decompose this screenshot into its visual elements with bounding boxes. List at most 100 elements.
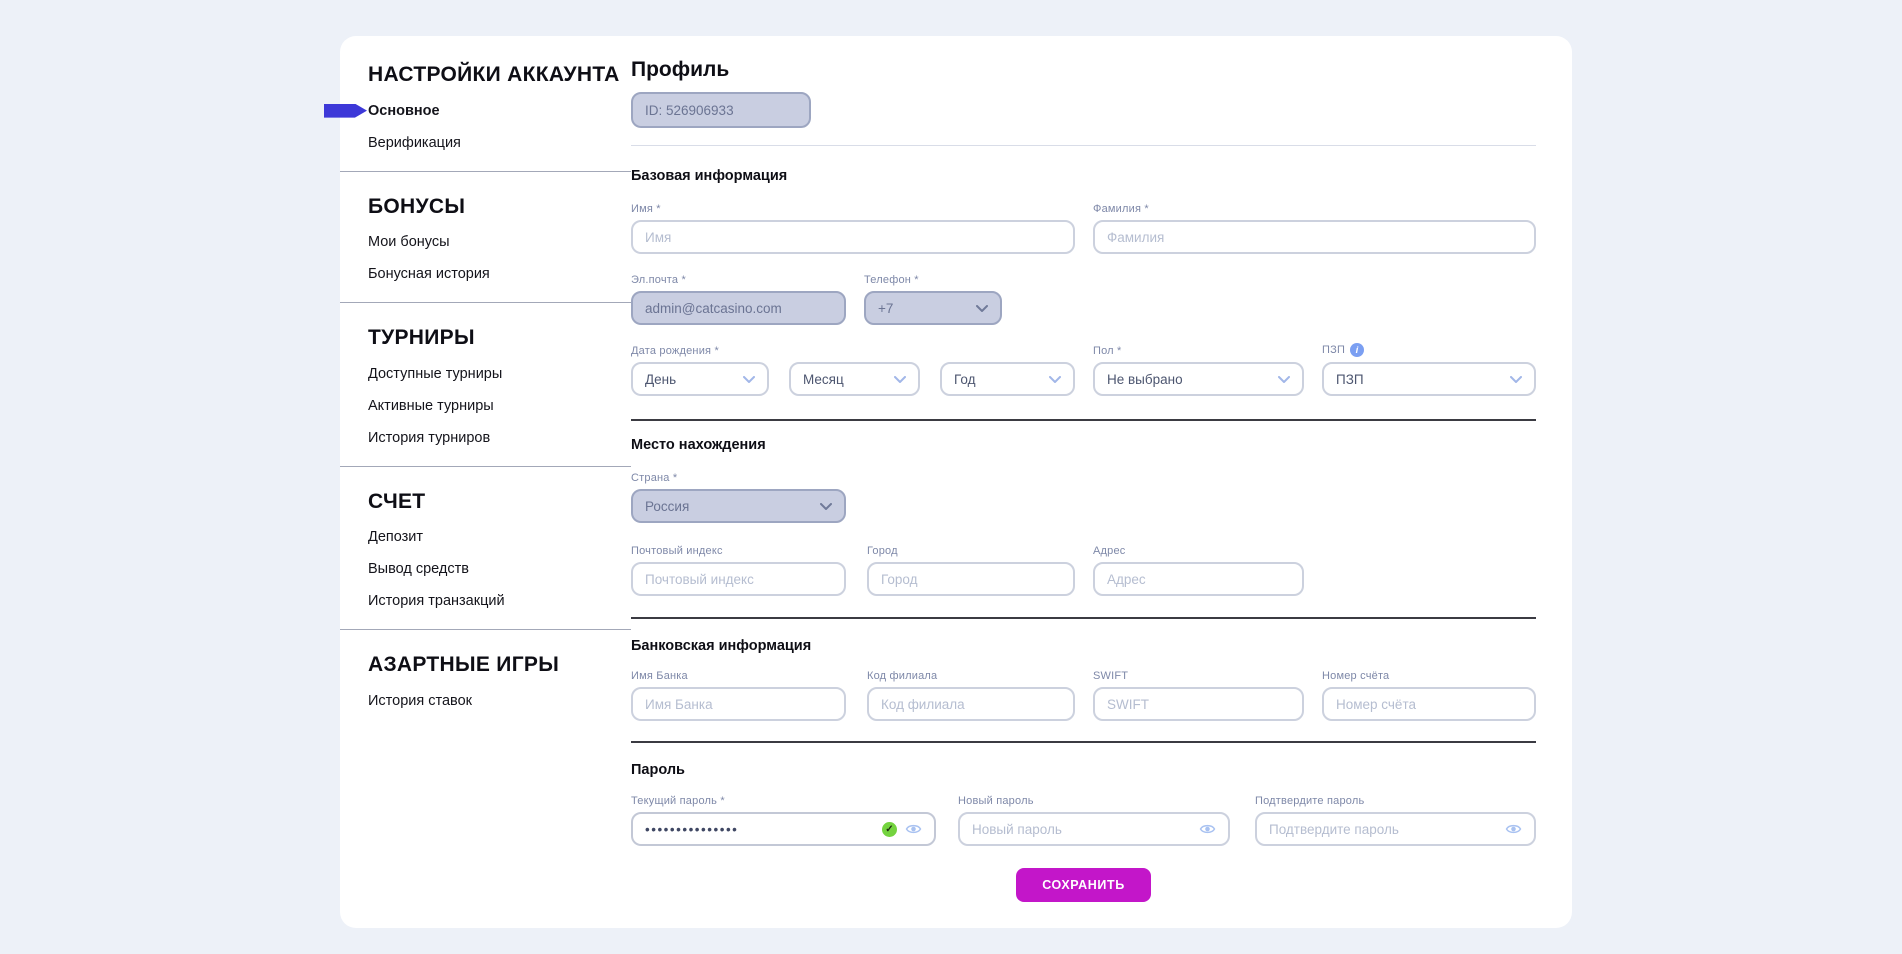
sidebar-item-tournament-history[interactable]: История турниров — [340, 430, 631, 446]
branch-code-box — [867, 687, 1075, 721]
eye-icon — [1199, 823, 1216, 835]
sidebar-item-deposit[interactable]: Депозит — [340, 529, 631, 545]
current-password-input[interactable] — [645, 822, 874, 837]
user-id-value: ID: 526906933 — [645, 103, 734, 118]
address-input[interactable] — [1107, 572, 1290, 587]
last-name-input[interactable] — [1107, 230, 1522, 245]
section-divider — [631, 617, 1536, 619]
new-password-box — [958, 812, 1230, 846]
gender-select[interactable]: Не выбрано — [1093, 362, 1304, 396]
info-icon[interactable]: i — [1350, 343, 1364, 357]
chevron-down-icon — [1278, 376, 1290, 383]
sidebar-item-main[interactable]: Основное — [340, 103, 631, 119]
sidebar-item-label: Основное — [368, 103, 440, 119]
active-item-arrow-icon — [324, 104, 367, 118]
birth-month-group: Месяц — [789, 362, 920, 396]
confirm-password-field-group: Подтвердите пароль — [1255, 795, 1536, 846]
save-button[interactable]: СОХРАНИТЬ — [1016, 868, 1151, 902]
account-number-label: Номер счёта — [1322, 670, 1536, 682]
confirm-password-box — [1255, 812, 1536, 846]
sidebar-divider — [340, 466, 631, 467]
save-button-row: СОХРАНИТЬ — [631, 868, 1536, 902]
email-value: admin@catcasino.com — [645, 301, 782, 316]
chevron-down-icon — [894, 376, 906, 383]
account-number-input[interactable] — [1336, 697, 1522, 712]
last-name-field-group: Фамилия * — [1093, 203, 1536, 254]
eye-icon — [905, 823, 922, 835]
sidebar-group-gambling: Азартные игры — [340, 652, 631, 678]
sidebar-item-withdrawal[interactable]: Вывод средств — [340, 561, 631, 577]
pzp-value: ПЗП — [1336, 372, 1364, 387]
birth-day-group: Дата рождения * День — [631, 345, 769, 396]
bank-row: Имя Банка Код филиала SWIFT Номер счёта — [631, 670, 1536, 721]
first-name-input[interactable] — [645, 230, 1061, 245]
toggle-password-visibility-button[interactable] — [905, 823, 922, 835]
postal-input[interactable] — [645, 572, 832, 587]
phone-code-select[interactable]: +7 — [864, 291, 1002, 325]
postal-label: Почтовый индекс — [631, 545, 846, 557]
sidebar-item-label: Вывод средств — [368, 561, 469, 577]
toggle-password-visibility-button[interactable] — [1199, 823, 1216, 835]
bank-name-input[interactable] — [645, 697, 832, 712]
email-field-group: Эл.почта * admin@catcasino.com — [631, 274, 846, 325]
name-row: Имя * Фамилия * — [631, 203, 1536, 254]
first-name-label: Имя * — [631, 203, 1075, 215]
address-field-group: Адрес — [1093, 545, 1304, 596]
pzp-select[interactable]: ПЗП — [1322, 362, 1536, 396]
sidebar-item-transaction-history[interactable]: История транзакций — [340, 593, 631, 609]
new-password-field-group: Новый пароль — [958, 795, 1230, 846]
new-password-label: Новый пароль — [958, 795, 1230, 807]
address-box — [1093, 562, 1304, 596]
swift-input[interactable] — [1107, 697, 1290, 712]
sidebar-item-verification[interactable]: Верификация — [340, 135, 631, 151]
sidebar-group-account-settings: Настройки аккаунта — [340, 62, 631, 88]
birth-month-select[interactable]: Месяц — [789, 362, 920, 396]
swift-field-group: SWIFT — [1093, 670, 1304, 721]
branch-code-input[interactable] — [881, 697, 1061, 712]
birth-day-select[interactable]: День — [631, 362, 769, 396]
confirm-password-input[interactable] — [1269, 822, 1505, 837]
chevron-down-icon — [1049, 376, 1061, 383]
account-number-box — [1322, 687, 1536, 721]
eye-icon — [1505, 823, 1522, 835]
swift-box — [1093, 687, 1304, 721]
sidebar-item-label: История транзакций — [368, 593, 505, 609]
birth-year-group: Год — [940, 362, 1075, 396]
sidebar-item-label: Мои бонусы — [368, 234, 450, 250]
phone-field-group: Телефон * +7 — [864, 274, 1002, 325]
sidebar-group-tournaments: Турниры — [340, 325, 631, 351]
new-password-input[interactable] — [972, 822, 1199, 837]
sidebar-divider — [340, 629, 631, 630]
sidebar-item-bonus-history[interactable]: Бонусная история — [340, 266, 631, 282]
sidebar-item-label: Депозит — [368, 529, 423, 545]
chevron-down-icon — [976, 305, 988, 312]
sidebar-item-available-tournaments[interactable]: Доступные турниры — [340, 366, 631, 382]
birth-day-value: День — [645, 372, 676, 387]
address-label: Адрес — [1093, 545, 1304, 557]
country-value: Россия — [645, 499, 689, 514]
gender-field-group: Пол * Не выбрано — [1093, 345, 1304, 396]
sidebar-item-bet-history[interactable]: История ставок — [340, 693, 631, 709]
city-input[interactable] — [881, 572, 1061, 587]
sidebar-group-bonuses: Бонусы — [340, 194, 631, 220]
toggle-password-visibility-button[interactable] — [1505, 823, 1522, 835]
current-password-box: ✓ — [631, 812, 936, 846]
birth-year-select[interactable]: Год — [940, 362, 1075, 396]
sidebar-item-label: Бонусная история — [368, 266, 490, 282]
section-title-basic: Базовая информация — [631, 168, 1536, 184]
sidebar-item-my-bonuses[interactable]: Мои бонусы — [340, 234, 631, 250]
postal-field-group: Почтовый индекс — [631, 545, 846, 596]
current-password-field-group: Текущий пароль * ✓ — [631, 795, 936, 846]
gender-label: Пол * — [1093, 345, 1304, 357]
address-row: Почтовый индекс Город Адрес — [631, 545, 1536, 596]
sidebar-item-active-tournaments[interactable]: Активные турниры — [340, 398, 631, 414]
branch-code-field-group: Код филиала — [867, 670, 1075, 721]
bank-name-field-group: Имя Банка — [631, 670, 846, 721]
chevron-down-icon — [1510, 376, 1522, 383]
postal-box — [631, 562, 846, 596]
pzp-field-group: ПЗП i ПЗП — [1322, 343, 1536, 396]
country-select[interactable]: Россия — [631, 489, 846, 523]
sidebar-item-label: Верификация — [368, 135, 461, 151]
email-phone-row: Эл.почта * admin@catcasino.com Телефон *… — [631, 274, 1536, 325]
first-name-box — [631, 220, 1075, 254]
